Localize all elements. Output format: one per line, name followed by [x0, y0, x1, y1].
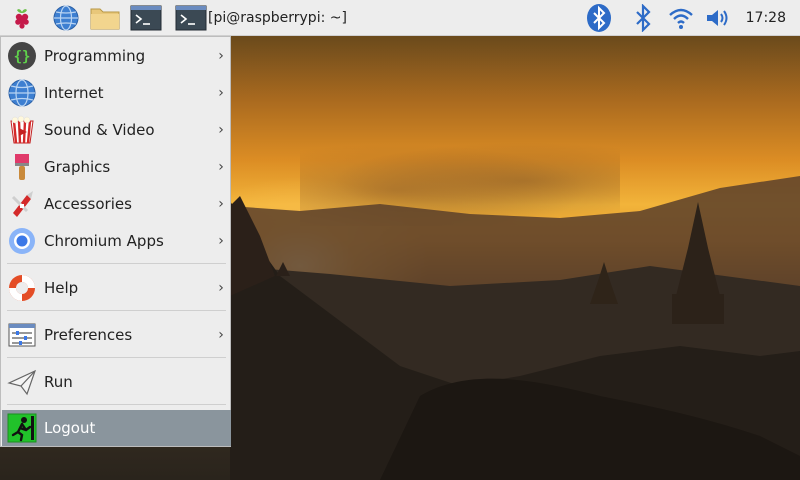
menu-item-label: Programming	[44, 47, 146, 65]
run-paper-plane-icon	[7, 367, 37, 397]
wifi-tray-button[interactable]	[667, 3, 695, 33]
submenu-arrow-icon: ›	[218, 196, 224, 212]
bluetooth-status-button[interactable]	[630, 3, 656, 33]
internet-globe-icon	[7, 78, 37, 108]
menu-item-label: Logout	[44, 419, 96, 437]
main-menu: {} Programming › Internet › Sound & Vide…	[0, 36, 231, 447]
menu-item-label: Sound & Video	[44, 121, 155, 139]
file-manager-launcher[interactable]	[88, 3, 122, 33]
terminal-icon	[130, 5, 162, 31]
menu-item-logout[interactable]: Logout	[2, 410, 231, 446]
bluetooth-tray-button[interactable]	[585, 3, 613, 33]
main-menu-button[interactable]	[6, 3, 38, 33]
submenu-arrow-icon: ›	[218, 159, 224, 175]
chromium-icon	[7, 226, 37, 256]
preferences-icon	[7, 320, 37, 350]
taskbar-window-title[interactable]: [pi@raspberrypi: ~]	[208, 0, 347, 36]
submenu-arrow-icon: ›	[218, 48, 224, 64]
taskbar: [pi@raspberrypi: ~] 17:28	[0, 0, 800, 36]
raspberry-icon	[15, 9, 29, 29]
menu-item-programming[interactable]: {} Programming ›	[2, 38, 231, 74]
taskbar-window-terminal[interactable]	[174, 3, 208, 33]
help-lifebuoy-icon	[7, 273, 37, 303]
menu-item-preferences[interactable]: Preferences ›	[2, 317, 231, 353]
menu-item-graphics[interactable]: Graphics ›	[2, 149, 231, 185]
menu-item-label: Run	[44, 373, 73, 391]
submenu-arrow-icon: ›	[218, 233, 224, 249]
sound-video-icon	[7, 115, 37, 145]
menu-item-chromium-apps[interactable]: Chromium Apps ›	[2, 223, 231, 259]
graphics-brush-icon	[7, 152, 37, 182]
file-manager-folder-icon	[90, 8, 120, 30]
menu-separator	[7, 404, 226, 405]
menu-separator	[7, 357, 226, 358]
menu-item-label: Chromium Apps	[44, 232, 164, 250]
wifi-icon	[669, 8, 693, 29]
accessories-knife-icon	[7, 189, 37, 219]
menu-item-label: Preferences	[44, 326, 133, 344]
menu-item-run[interactable]: Run	[2, 364, 231, 400]
menu-item-accessories[interactable]: Accessories ›	[2, 186, 231, 222]
menu-item-help[interactable]: Help ›	[2, 270, 231, 306]
submenu-arrow-icon: ›	[218, 280, 224, 296]
volume-icon	[707, 10, 728, 26]
submenu-arrow-icon: ›	[218, 327, 224, 343]
terminal-launcher[interactable]	[129, 3, 163, 33]
bluetooth-icon	[587, 4, 611, 32]
submenu-arrow-icon: ›	[218, 85, 224, 101]
terminal-icon	[175, 5, 207, 31]
svg-text:{}: {}	[14, 49, 31, 65]
submenu-arrow-icon: ›	[218, 122, 224, 138]
menu-item-sound-video[interactable]: Sound & Video ›	[2, 112, 231, 148]
bluetooth-icon	[636, 4, 651, 32]
menu-item-label: Graphics	[44, 158, 111, 176]
volume-tray-button[interactable]	[704, 3, 734, 33]
menu-item-label: Help	[44, 279, 79, 297]
menu-separator	[7, 310, 226, 311]
menu-item-internet[interactable]: Internet ›	[2, 75, 231, 111]
menu-item-label: Internet	[44, 84, 104, 102]
clock[interactable]: 17:28	[746, 0, 786, 36]
logout-running-man-icon	[7, 413, 37, 443]
menu-separator	[7, 263, 226, 264]
programming-icon: {}	[7, 41, 37, 71]
web-browser-globe-icon	[53, 5, 79, 31]
menu-item-label: Accessories	[44, 195, 132, 213]
web-browser-launcher[interactable]	[50, 3, 82, 33]
